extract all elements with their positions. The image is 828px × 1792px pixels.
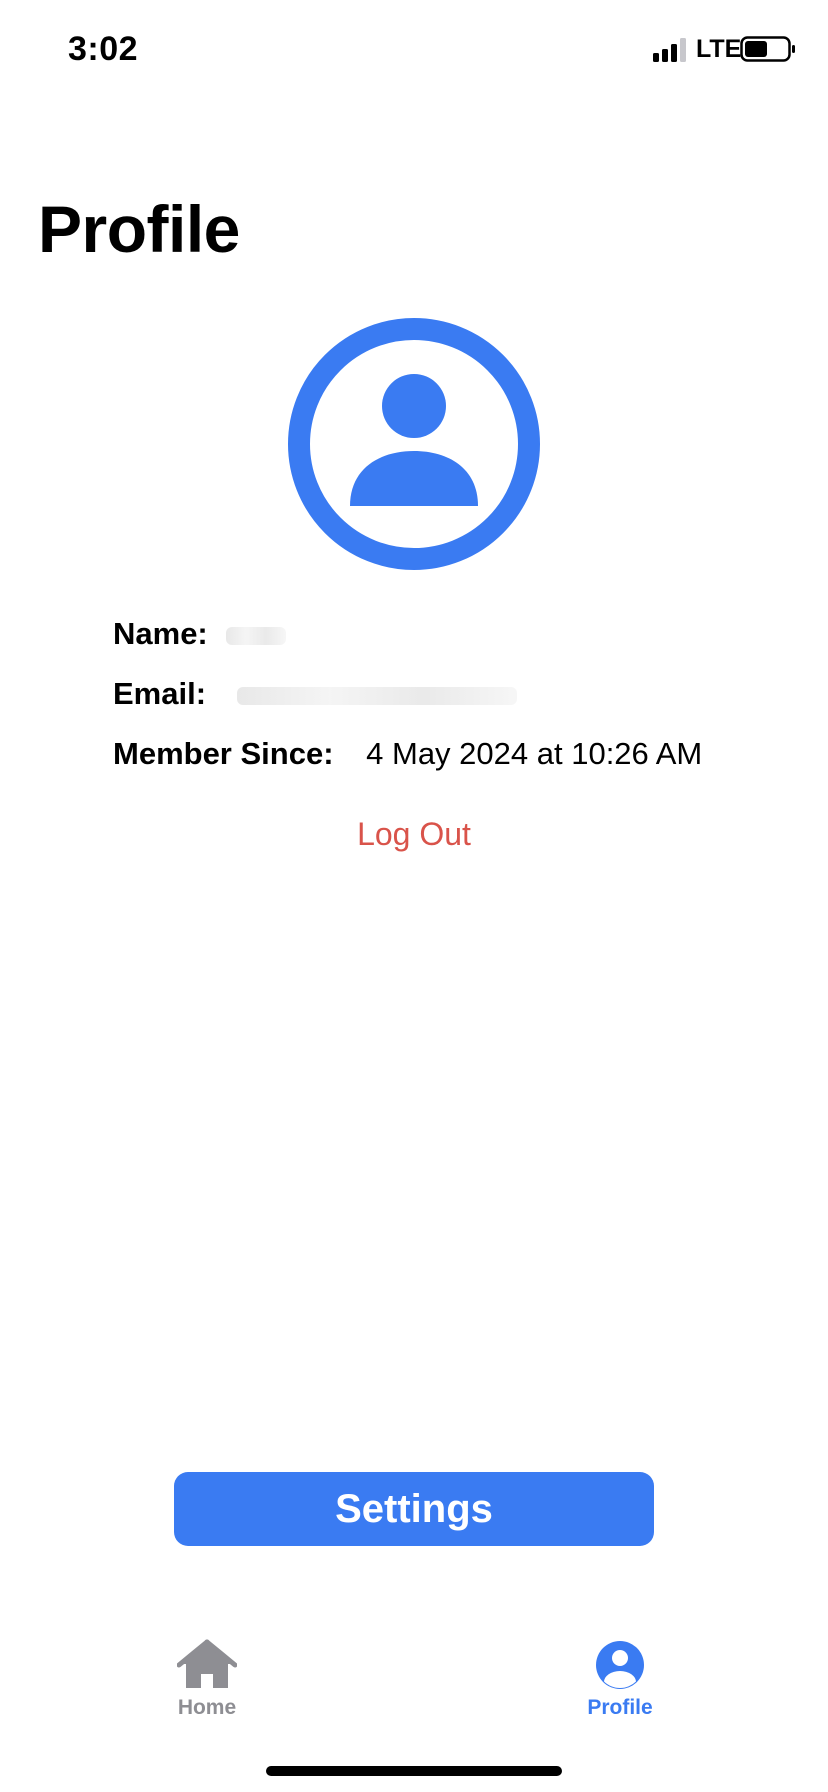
home-indicator xyxy=(266,1766,562,1776)
tab-home[interactable]: Home xyxy=(137,1638,277,1720)
settings-button[interactable]: Settings xyxy=(174,1472,654,1546)
member-since-value: 4 May 2024 at 10:26 AM xyxy=(366,736,703,771)
network-type-label: LTE xyxy=(696,35,742,63)
email-label: Email: xyxy=(113,676,207,711)
tab-profile[interactable]: Profile xyxy=(550,1638,690,1720)
house-icon xyxy=(177,1639,237,1688)
name-label: Name: xyxy=(113,616,208,651)
logout-button[interactable]: Log Out xyxy=(0,818,828,850)
cellular-signal-icon xyxy=(653,38,686,62)
email-row: Email: xyxy=(113,678,517,709)
member-since-row: Member Since: 4 May 2024 at 10:26 AM xyxy=(113,738,702,769)
tab-bar: Home Profile xyxy=(0,1620,828,1730)
member-since-label: Member Since: xyxy=(113,736,334,771)
name-row: Name: xyxy=(113,616,287,651)
battery-icon xyxy=(740,36,795,62)
status-bar: 3:02 LTE xyxy=(0,0,828,100)
redacted-email-value xyxy=(236,686,517,705)
status-time: 3:02 xyxy=(68,30,139,68)
person-circle-icon xyxy=(596,1641,644,1689)
page-title: Profile xyxy=(38,192,240,266)
tab-home-label: Home xyxy=(177,1696,237,1719)
tab-profile-label: Profile xyxy=(587,1696,653,1719)
redacted-name-value xyxy=(226,626,287,645)
person-circle-icon xyxy=(288,318,540,570)
